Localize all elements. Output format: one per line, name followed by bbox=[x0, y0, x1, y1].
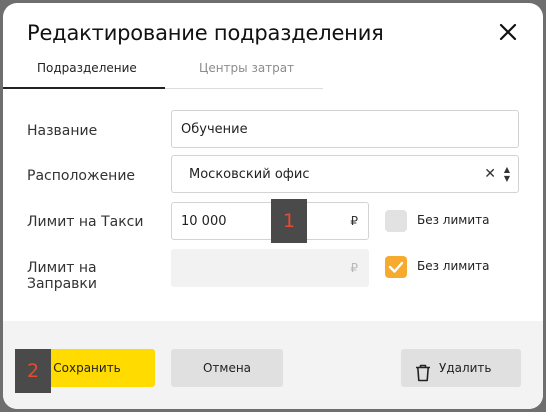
name-input-value: Обучение bbox=[181, 122, 248, 137]
clear-icon[interactable]: ✕ bbox=[484, 166, 496, 182]
tab-department[interactable]: Подразделение bbox=[37, 61, 137, 75]
location-select-value: Московский офис bbox=[189, 167, 310, 182]
tab-bar: Подразделение Центры затрат bbox=[3, 55, 323, 89]
edit-department-dialog: Редактирование подразделения Подразделен… bbox=[3, 3, 543, 409]
trash-icon bbox=[415, 359, 431, 397]
ruble-icon: ₽ bbox=[350, 261, 358, 275]
fuel-no-limit-checkbox[interactable] bbox=[385, 256, 407, 278]
delete-button[interactable]: Удалить bbox=[401, 349, 521, 387]
taxi-limit-value: 10 000 bbox=[181, 214, 227, 229]
location-label: Расположение bbox=[27, 168, 136, 184]
cancel-button[interactable]: Отмена bbox=[171, 349, 283, 387]
checkmark-icon bbox=[388, 261, 404, 273]
tab-cost-centers[interactable]: Центры затрат bbox=[199, 61, 294, 75]
taxi-no-limit-checkbox[interactable] bbox=[385, 210, 407, 232]
fuel-limit-input: ₽ bbox=[171, 249, 369, 287]
dialog-title: Редактирование подразделения bbox=[27, 21, 384, 45]
active-tab-indicator bbox=[3, 87, 165, 89]
close-icon[interactable] bbox=[495, 19, 521, 45]
fuel-limit-label-line1: Лимит на bbox=[27, 260, 97, 276]
delete-button-label: Удалить bbox=[439, 361, 492, 375]
fuel-limit-label-line2: Заправки bbox=[27, 276, 97, 292]
annotation-marker-1: 1 bbox=[271, 199, 307, 243]
sort-arrows-icon: ▲ ▼ bbox=[503, 165, 510, 183]
taxi-limit-label: Лимит на Такси bbox=[27, 214, 144, 230]
ruble-icon: ₽ bbox=[350, 214, 358, 228]
annotation-marker-2: 2 bbox=[15, 349, 51, 393]
fuel-no-limit-label: Без лимита bbox=[417, 259, 490, 273]
location-select[interactable]: Московский офис ✕ ▲ ▼ bbox=[171, 155, 519, 193]
name-label: Название bbox=[27, 123, 98, 139]
name-input[interactable]: Обучение bbox=[171, 110, 519, 148]
taxi-limit-input[interactable]: 10 000 ₽ bbox=[171, 202, 369, 240]
taxi-no-limit-label: Без лимита bbox=[417, 213, 490, 227]
